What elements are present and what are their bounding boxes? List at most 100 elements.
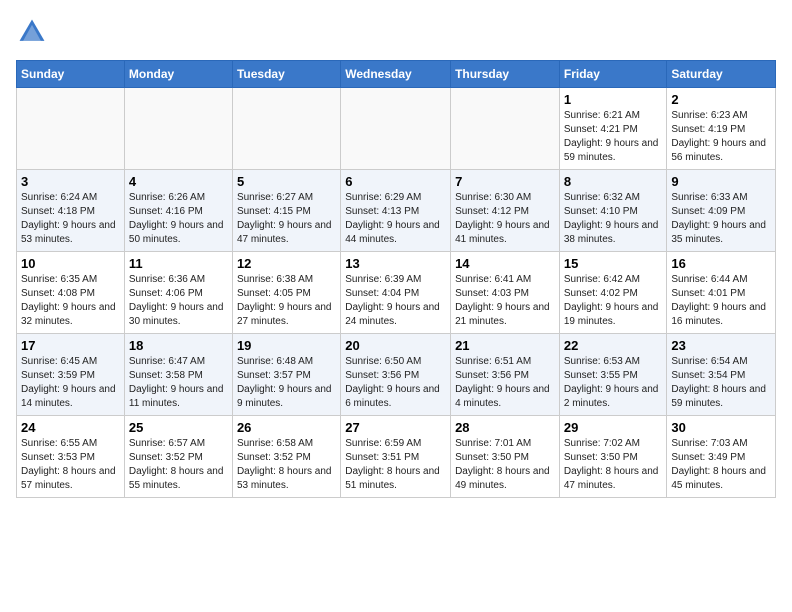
day-number: 25: [129, 420, 228, 435]
calendar-cell: [17, 88, 125, 170]
day-number: 24: [21, 420, 120, 435]
calendar-header-row: SundayMondayTuesdayWednesdayThursdayFrid…: [17, 61, 776, 88]
calendar-cell: 3 Sunrise: 6:24 AM Sunset: 4:18 PM Daylig…: [17, 170, 125, 252]
calendar-cell: 7 Sunrise: 6:30 AM Sunset: 4:12 PM Daylig…: [451, 170, 560, 252]
day-info: Sunrise: 6:50 AM Sunset: 3:56 PM Dayligh…: [345, 355, 446, 411]
day-info: Sunrise: 6:55 AM Sunset: 3:53 PM Dayligh…: [21, 437, 120, 493]
header-saturday: Saturday: [667, 61, 776, 88]
day-info: Sunrise: 6:32 AM Sunset: 4:10 PM Dayligh…: [564, 191, 663, 247]
calendar-cell: 13Sunrise: 6:39 AM Sunset: 4:04 PM Dayli…: [341, 252, 451, 334]
calendar-cell: [232, 88, 340, 170]
calendar-cell: 9Sunrise: 6:33 AM Sunset: 4:09 PM Daylig…: [667, 170, 776, 252]
day-number: 1: [564, 92, 663, 107]
calendar-cell: 23Sunrise: 6:54 AM Sunset: 3:54 PM Dayli…: [667, 334, 776, 416]
calendar-cell: 14 Sunrise: 6:41 AM Sunset: 4:03 PM Dayli…: [451, 252, 560, 334]
calendar-cell: 12 Sunrise: 6:38 AM Sunset: 4:05 PM Dayli…: [232, 252, 340, 334]
day-number: 6: [345, 174, 446, 189]
calendar-cell: 2 Sunrise: 6:23 AM Sunset: 4:19 PM Daylig…: [667, 88, 776, 170]
calendar-cell: [124, 88, 232, 170]
week-row-4: 17 Sunrise: 6:45 AM Sunset: 3:59 PM Dayli…: [17, 334, 776, 416]
day-number: 28: [455, 420, 555, 435]
calendar-cell: 19 Sunrise: 6:48 AM Sunset: 3:57 PM Dayli…: [232, 334, 340, 416]
day-info: Sunrise: 6:30 AM Sunset: 4:12 PM Dayligh…: [455, 191, 555, 247]
calendar-cell: 10 Sunrise: 6:35 AM Sunset: 4:08 PM Dayli…: [17, 252, 125, 334]
day-number: 3: [21, 174, 120, 189]
logo-icon: [16, 16, 48, 48]
day-number: 8: [564, 174, 663, 189]
calendar-cell: 1 Sunrise: 6:21 AM Sunset: 4:21 PM Daylig…: [559, 88, 667, 170]
calendar-cell: 5Sunrise: 6:27 AM Sunset: 4:15 PM Daylig…: [232, 170, 340, 252]
day-info: Sunrise: 7:02 AM Sunset: 3:50 PM Dayligh…: [564, 437, 663, 493]
header-sunday: Sunday: [17, 61, 125, 88]
day-number: 18: [129, 338, 228, 353]
day-info: Sunrise: 6:54 AM Sunset: 3:54 PM Dayligh…: [671, 355, 771, 411]
day-number: 22: [564, 338, 663, 353]
header-tuesday: Tuesday: [232, 61, 340, 88]
day-number: 19: [237, 338, 336, 353]
day-number: 14: [455, 256, 555, 271]
day-info: Sunrise: 6:38 AM Sunset: 4:05 PM Dayligh…: [237, 273, 336, 329]
calendar-cell: 30 Sunrise: 7:03 AM Sunset: 3:49 PM Dayli…: [667, 416, 776, 498]
day-info: Sunrise: 6:41 AM Sunset: 4:03 PM Dayligh…: [455, 273, 555, 329]
calendar-cell: [341, 88, 451, 170]
calendar-cell: 18 Sunrise: 6:47 AM Sunset: 3:58 PM Dayli…: [124, 334, 232, 416]
calendar-table: SundayMondayTuesdayWednesdayThursdayFrid…: [16, 60, 776, 498]
day-number: 10: [21, 256, 120, 271]
calendar-cell: 4 Sunrise: 6:26 AM Sunset: 4:16 PM Daylig…: [124, 170, 232, 252]
logo: [16, 16, 52, 48]
calendar-cell: 27 Sunrise: 6:59 AM Sunset: 3:51 PM Dayli…: [341, 416, 451, 498]
day-number: 11: [129, 256, 228, 271]
header-monday: Monday: [124, 61, 232, 88]
day-info: Sunrise: 6:42 AM Sunset: 4:02 PM Dayligh…: [564, 273, 663, 329]
day-info: Sunrise: 6:53 AM Sunset: 3:55 PM Dayligh…: [564, 355, 663, 411]
header-thursday: Thursday: [451, 61, 560, 88]
day-info: Sunrise: 6:27 AM Sunset: 4:15 PM Dayligh…: [237, 191, 336, 247]
day-info: Sunrise: 6:59 AM Sunset: 3:51 PM Dayligh…: [345, 437, 446, 493]
day-info: Sunrise: 6:57 AM Sunset: 3:52 PM Dayligh…: [129, 437, 228, 493]
day-info: Sunrise: 6:24 AM Sunset: 4:18 PM Dayligh…: [21, 191, 120, 247]
day-number: 15: [564, 256, 663, 271]
day-number: 7: [455, 174, 555, 189]
day-number: 30: [671, 420, 771, 435]
day-number: 29: [564, 420, 663, 435]
day-number: 26: [237, 420, 336, 435]
day-info: Sunrise: 6:48 AM Sunset: 3:57 PM Dayligh…: [237, 355, 336, 411]
calendar-cell: 17 Sunrise: 6:45 AM Sunset: 3:59 PM Dayli…: [17, 334, 125, 416]
day-info: Sunrise: 6:58 AM Sunset: 3:52 PM Dayligh…: [237, 437, 336, 493]
day-number: 27: [345, 420, 446, 435]
week-row-3: 10 Sunrise: 6:35 AM Sunset: 4:08 PM Dayli…: [17, 252, 776, 334]
calendar-cell: 25 Sunrise: 6:57 AM Sunset: 3:52 PM Dayli…: [124, 416, 232, 498]
day-number: 20: [345, 338, 446, 353]
calendar-cell: 8 Sunrise: 6:32 AM Sunset: 4:10 PM Daylig…: [559, 170, 667, 252]
day-info: Sunrise: 7:03 AM Sunset: 3:49 PM Dayligh…: [671, 437, 771, 493]
calendar-cell: 11Sunrise: 6:36 AM Sunset: 4:06 PM Dayli…: [124, 252, 232, 334]
calendar-cell: 29 Sunrise: 7:02 AM Sunset: 3:50 PM Dayli…: [559, 416, 667, 498]
day-number: 12: [237, 256, 336, 271]
day-info: Sunrise: 6:23 AM Sunset: 4:19 PM Dayligh…: [671, 109, 771, 165]
day-info: Sunrise: 6:35 AM Sunset: 4:08 PM Dayligh…: [21, 273, 120, 329]
calendar-cell: 20 Sunrise: 6:50 AM Sunset: 3:56 PM Dayli…: [341, 334, 451, 416]
day-number: 21: [455, 338, 555, 353]
calendar-cell: 26 Sunrise: 6:58 AM Sunset: 3:52 PM Dayli…: [232, 416, 340, 498]
day-info: Sunrise: 7:01 AM Sunset: 3:50 PM Dayligh…: [455, 437, 555, 493]
day-info: Sunrise: 6:45 AM Sunset: 3:59 PM Dayligh…: [21, 355, 120, 411]
week-row-2: 3 Sunrise: 6:24 AM Sunset: 4:18 PM Daylig…: [17, 170, 776, 252]
calendar-cell: 28 Sunrise: 7:01 AM Sunset: 3:50 PM Dayli…: [451, 416, 560, 498]
page-header: [16, 16, 776, 48]
calendar-cell: 24 Sunrise: 6:55 AM Sunset: 3:53 PM Dayli…: [17, 416, 125, 498]
day-info: Sunrise: 6:47 AM Sunset: 3:58 PM Dayligh…: [129, 355, 228, 411]
day-number: 17: [21, 338, 120, 353]
day-info: Sunrise: 6:21 AM Sunset: 4:21 PM Dayligh…: [564, 109, 663, 165]
week-row-5: 24 Sunrise: 6:55 AM Sunset: 3:53 PM Dayli…: [17, 416, 776, 498]
calendar-cell: 22 Sunrise: 6:53 AM Sunset: 3:55 PM Dayli…: [559, 334, 667, 416]
day-number: 4: [129, 174, 228, 189]
header-wednesday: Wednesday: [341, 61, 451, 88]
day-number: 2: [671, 92, 771, 107]
calendar-cell: 16 Sunrise: 6:44 AM Sunset: 4:01 PM Dayli…: [667, 252, 776, 334]
day-info: Sunrise: 6:26 AM Sunset: 4:16 PM Dayligh…: [129, 191, 228, 247]
week-row-1: 1 Sunrise: 6:21 AM Sunset: 4:21 PM Daylig…: [17, 88, 776, 170]
day-info: Sunrise: 6:44 AM Sunset: 4:01 PM Dayligh…: [671, 273, 771, 329]
day-number: 16: [671, 256, 771, 271]
calendar-cell: 15 Sunrise: 6:42 AM Sunset: 4:02 PM Dayli…: [559, 252, 667, 334]
day-info: Sunrise: 6:39 AM Sunset: 4:04 PM Dayligh…: [345, 273, 446, 329]
